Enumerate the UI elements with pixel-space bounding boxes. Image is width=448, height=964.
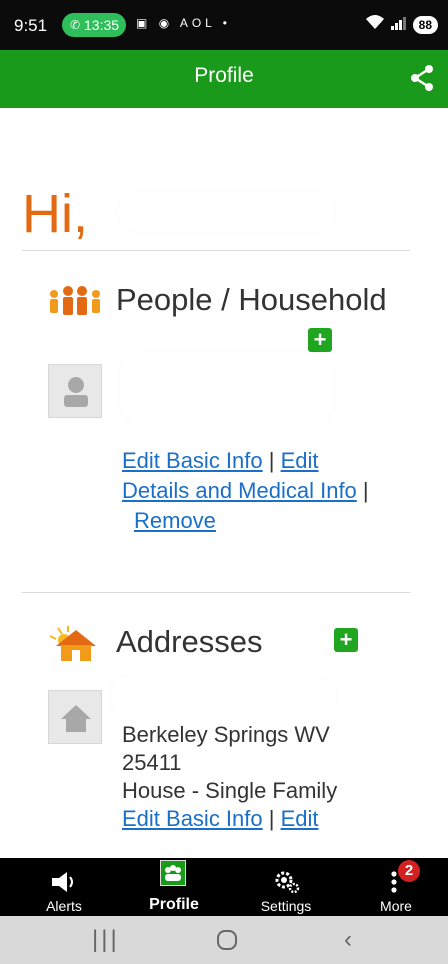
status-time: 9:51 bbox=[14, 16, 48, 35]
address-edit-link[interactable]: Edit bbox=[281, 806, 319, 831]
kebab-icon bbox=[391, 871, 397, 893]
link-separator: | bbox=[356, 478, 369, 503]
home-button[interactable] bbox=[216, 930, 238, 950]
redacted-person-name bbox=[120, 352, 334, 426]
nav-alerts[interactable]: Alerts bbox=[24, 858, 104, 916]
redacted-name bbox=[118, 192, 334, 232]
battery-indicator: 88 bbox=[412, 15, 438, 34]
wifi-icon bbox=[365, 14, 385, 35]
person-actions: Edit Basic Info | Edit Details and Medic… bbox=[122, 446, 412, 536]
address-type-line: House - Single Family bbox=[122, 778, 338, 803]
screenshot-icon: ▣ bbox=[136, 16, 152, 30]
system-navigation-bar: ||| ‹ bbox=[0, 916, 448, 964]
add-address-button[interactable]: + bbox=[334, 628, 358, 652]
call-indicator[interactable]: ✆ 13:35 bbox=[62, 13, 126, 37]
address-thumbnail[interactable] bbox=[48, 690, 102, 744]
greeting-text: Hi, bbox=[22, 184, 88, 244]
redacted-street-address bbox=[110, 676, 336, 716]
person-placeholder-icon bbox=[64, 377, 88, 407]
address-edit-basic-info-link[interactable]: Edit Basic Info bbox=[122, 806, 263, 831]
aol-icon: AOL bbox=[179, 16, 216, 30]
phone-icon: ✆ bbox=[70, 18, 81, 32]
addresses-section-title: Addresses bbox=[116, 624, 263, 659]
house-placeholder-icon bbox=[61, 705, 91, 732]
nav-settings-label: Settings bbox=[260, 898, 312, 914]
status-bar: 9:51 ✆ 13:35 ▣ ◉ AOL • 88 bbox=[0, 0, 448, 50]
house-icon bbox=[49, 626, 96, 661]
divider bbox=[22, 592, 410, 593]
recent-apps-button[interactable]: ||| bbox=[92, 926, 120, 954]
signal-icon bbox=[390, 15, 407, 35]
link-separator: | bbox=[262, 448, 281, 473]
nav-settings[interactable]: Settings bbox=[246, 858, 326, 916]
page-title: Profile bbox=[194, 64, 254, 87]
app-header: Profile bbox=[0, 50, 448, 108]
share-icon[interactable] bbox=[408, 64, 436, 92]
megaphone-icon bbox=[52, 872, 73, 892]
status-right: 88 bbox=[365, 14, 438, 35]
person-avatar[interactable] bbox=[48, 364, 102, 418]
nav-alerts-label: Alerts bbox=[46, 898, 82, 914]
link-separator: | bbox=[262, 806, 281, 831]
nav-profile-label: Profile bbox=[149, 896, 199, 913]
nav-profile[interactable]: Profile bbox=[134, 858, 214, 916]
people-section-title: People / Household bbox=[116, 282, 387, 317]
nav-more[interactable]: 2 More bbox=[356, 858, 436, 916]
edit-link[interactable]: Edit bbox=[281, 448, 319, 473]
remove-link[interactable]: Remove bbox=[134, 508, 216, 533]
divider bbox=[22, 250, 410, 251]
nav-more-label: More bbox=[380, 898, 412, 914]
back-button[interactable]: ‹ bbox=[344, 926, 352, 954]
edit-basic-info-link[interactable]: Edit Basic Info bbox=[122, 448, 263, 473]
gears-icon bbox=[275, 871, 300, 894]
details-medical-link[interactable]: Details and Medical Info bbox=[122, 478, 357, 503]
bottom-navigation: Alerts Profile Settings 2 More bbox=[0, 858, 448, 916]
messenger-icon: ◉ bbox=[158, 16, 174, 30]
notification-icons: ▣ ◉ AOL • bbox=[136, 16, 231, 30]
address-city-line: Berkeley Springs WV bbox=[122, 722, 330, 747]
address-actions: Edit Basic Info | Edit bbox=[122, 804, 319, 834]
add-person-button[interactable]: + bbox=[308, 328, 332, 352]
notification-badge: 2 bbox=[398, 860, 420, 882]
household-icon bbox=[50, 286, 100, 315]
call-timer: 13:35 bbox=[84, 17, 120, 33]
dot-icon: • bbox=[222, 16, 231, 30]
people-icon bbox=[160, 860, 186, 886]
address-zip-line: 25411 bbox=[122, 750, 182, 775]
